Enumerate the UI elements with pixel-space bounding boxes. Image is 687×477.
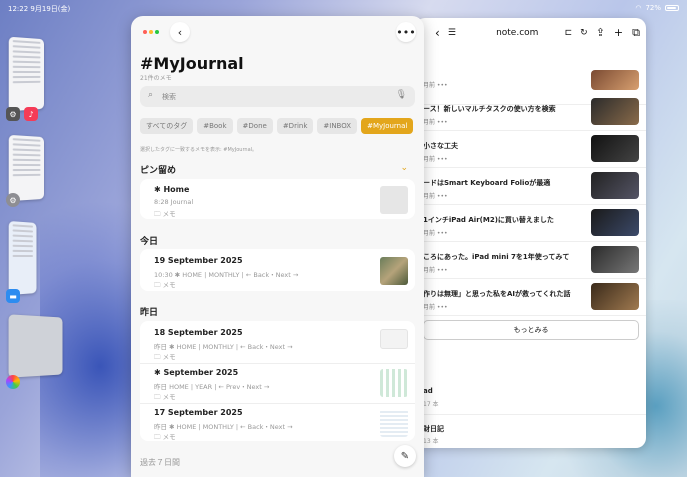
url-field[interactable]: note.com — [478, 28, 557, 38]
article-thumbnail — [591, 98, 639, 125]
article-item[interactable]: 作りは無理」と思った私をAIが救ってくれた話 月前 ••• — [415, 279, 646, 316]
note-item[interactable]: 18 September 2025 昨日 ✱ HOME | MONTHLY | … — [140, 324, 415, 362]
article-thumbnail — [591, 135, 639, 162]
app-icon-photos[interactable] — [6, 375, 20, 389]
tabs-icon[interactable]: ⧉ — [632, 26, 640, 40]
note-thumbnail — [380, 329, 408, 349]
tag-chip-active[interactable]: #MyJournal — [361, 118, 414, 134]
section-today: 今日 — [140, 237, 159, 247]
compose-icon[interactable]: ✎ — [394, 445, 416, 467]
today-card: 19 September 2025 10:30 ✱ HOME | MONTHLY… — [140, 249, 415, 291]
magazine-title[interactable]: 財日記 — [423, 424, 444, 434]
note-thumbnail — [380, 257, 408, 285]
section-past-7-days: 過去７日間 — [140, 458, 180, 467]
yesterday-card: 18 September 2025 昨日 ✱ HOME | MONTHLY | … — [140, 321, 415, 441]
reload-icon[interactable]: ↻ — [580, 28, 588, 38]
app-icon-system[interactable]: ⚙ — [6, 193, 20, 207]
stage-thumb-2[interactable] — [8, 134, 45, 202]
section-yesterday: 昨日 — [140, 308, 159, 318]
tag-chip[interactable]: #Done — [236, 118, 273, 134]
new-tab-icon[interactable]: + — [614, 26, 623, 40]
tag-chip[interactable]: #INBOX — [317, 118, 358, 134]
tab-overview-icon[interactable]: ☰ — [448, 28, 456, 38]
stage-thumb-3[interactable] — [8, 220, 37, 296]
article-thumbnail — [591, 70, 639, 90]
note-item[interactable]: ✱ Home 8:28 Journal 🗀 メモ — [140, 181, 415, 218]
note-item[interactable]: 17 September 2025 昨日 ✱ HOME | MONTHLY | … — [140, 403, 415, 441]
tag-chip[interactable]: #Drink — [276, 118, 314, 134]
page-title: #MyJournal — [140, 54, 244, 73]
article-item[interactable]: ころにあった。iPad mini 7を1年使ってみて 月前 ••• — [415, 242, 646, 279]
note-thumbnail — [380, 409, 408, 437]
battery-percent: 72% — [645, 4, 661, 12]
note-count: 21件のメモ — [140, 75, 172, 82]
status-right: ◠ 72% — [635, 4, 679, 12]
more-button[interactable]: もっとみる — [423, 320, 639, 340]
search-input[interactable]: ⌕ 検索 🎙 — [140, 86, 415, 107]
magazine-meta: 13 本 — [423, 438, 439, 445]
filter-hint: 選択したタグに一致するメモを表示: #MyJournal。 — [140, 147, 258, 153]
app-icon-music[interactable]: ♪ — [24, 107, 38, 121]
bear-window: ‹ ••• #MyJournal 21件のメモ ⌕ 検索 🎙 すべてのタグ #B… — [131, 16, 424, 477]
more-options-button[interactable]: ••• — [396, 22, 416, 42]
note-item[interactable]: 19 September 2025 10:30 ✱ HOME | MONTHLY… — [140, 252, 415, 289]
window-controls[interactable] — [143, 30, 159, 34]
share-icon[interactable]: ⇪ — [596, 26, 605, 40]
stage-thumb-4[interactable] — [8, 314, 63, 378]
status-time: 12:22 9月19日(金) — [8, 5, 71, 13]
note-thumbnail — [380, 186, 408, 214]
tag-chip[interactable]: #Book — [197, 118, 233, 134]
article-item[interactable]: ードはSmart Keyboard Folioが最適 月前 ••• — [415, 168, 646, 205]
status-bar: 12:22 9月19日(金) ◠ 72% — [0, 0, 687, 16]
pinned-card: ✱ Home 8:28 Journal 🗀 メモ — [140, 179, 415, 219]
safari-toolbar: ‹ ☰ note.com ⊏ ↻ ⇪ + ⧉ — [415, 18, 646, 48]
battery-icon — [665, 5, 679, 11]
article-item[interactable]: 1インチiPad Air(M2)に買い替えました 月前 ••• — [415, 205, 646, 242]
tag-chip[interactable]: すべてのタグ — [140, 118, 194, 134]
tag-filter-bar: すべてのタグ #Book #Done #Drink #INBOX #MyJour… — [140, 118, 414, 134]
note-thumbnail — [380, 369, 408, 397]
wifi-icon: ◠ — [635, 4, 642, 12]
app-icon-settings[interactable]: ⚙ — [6, 107, 20, 121]
magazine-title[interactable]: ad — [423, 387, 433, 395]
section-pinned: ピン留め — [140, 166, 177, 176]
collapse-chevron-icon[interactable]: ⌄ — [400, 163, 408, 173]
search-icon: ⌕ — [148, 90, 154, 100]
article-thumbnail — [591, 246, 639, 273]
microphone-icon[interactable]: 🎙 — [396, 90, 407, 100]
article-thumbnail — [591, 209, 639, 236]
article-item[interactable]: 小さな工夫 月前 ••• — [415, 131, 646, 168]
article-thumbnail — [591, 283, 639, 310]
magazine-meta: 17 本 — [423, 401, 439, 408]
reader-icon[interactable]: ⊏ — [565, 28, 573, 38]
stage-thumb-1[interactable] — [8, 36, 45, 112]
note-item[interactable]: ✱ September 2025 昨日 HOME | YEAR | ← Prev… — [140, 363, 415, 403]
article-item[interactable]: ース！新しいマルチタスクの使い方を検索 月前 ••• — [415, 94, 646, 131]
back-icon[interactable]: ‹ — [435, 26, 440, 40]
back-button[interactable]: ‹ — [170, 22, 190, 42]
article-thumbnail — [591, 172, 639, 199]
safari-window: ‹ ☰ note.com ⊏ ↻ ⇪ + ⧉ 月前 ••• ース！新しいマルチタ… — [415, 18, 646, 448]
app-icon-files[interactable]: ▬ — [6, 289, 20, 303]
